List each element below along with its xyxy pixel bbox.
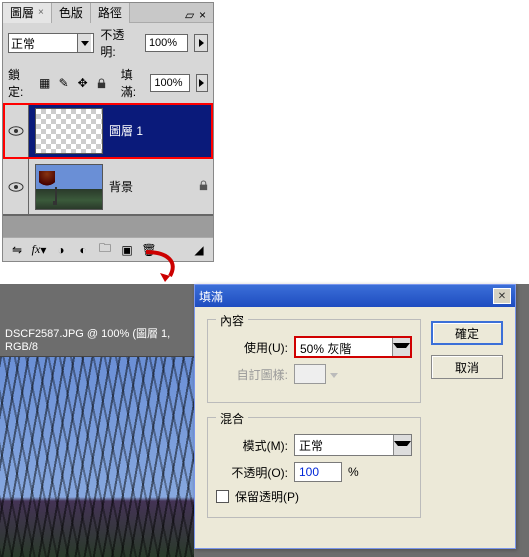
- lock-transparency-icon[interactable]: ▦: [38, 76, 52, 90]
- dialog-titlebar[interactable]: 填滿 ✕: [195, 285, 515, 307]
- layer-fx-icon[interactable]: fx▾: [30, 241, 48, 259]
- tab-label: 路徑: [98, 4, 122, 21]
- tab-layers[interactable]: 圖層 ×: [3, 3, 52, 23]
- pattern-label: 自訂圖樣:: [216, 366, 294, 383]
- red-arrow-annotation: [140, 248, 184, 284]
- opacity-label: 不透明:: [100, 26, 139, 60]
- dlg-opacity-input[interactable]: 100: [294, 462, 342, 482]
- use-value: 50% 灰階: [296, 338, 392, 356]
- blend-group: 混合 模式(M): 正常 不透明(O): 100 % 保留透明(P): [207, 417, 421, 518]
- layer-name[interactable]: 背景: [109, 178, 193, 195]
- use-label: 使用(U):: [216, 339, 294, 356]
- lock-icon-group: ▦ ✎ ✥: [38, 76, 109, 90]
- ok-button[interactable]: 確定: [431, 321, 503, 345]
- panel-tabs: 圖層 × 色版 路徑 ▱ ×: [3, 3, 213, 23]
- tab-channels[interactable]: 色版: [52, 3, 91, 23]
- lock-label: 鎖定:: [8, 66, 32, 100]
- chevron-down-icon: [326, 367, 342, 381]
- layers-panel: 圖層 × 色版 路徑 ▱ × 正常 不透明: 100% 鎖定: ▦ ✎ ✥: [2, 2, 214, 262]
- opacity-flyout-icon[interactable]: [194, 34, 208, 52]
- checkbox-icon: [216, 490, 229, 503]
- lock-pixels-icon[interactable]: ✎: [57, 76, 71, 90]
- layer-thumbnail[interactable]: [35, 108, 103, 154]
- fill-label: 填滿:: [121, 66, 145, 100]
- chevron-down-icon: [393, 435, 411, 455]
- content-group: 內容 使用(U): 50% 灰階 自訂圖樣:: [207, 319, 421, 403]
- layer-thumbnail[interactable]: [35, 164, 103, 210]
- opacity-input[interactable]: 100%: [145, 34, 188, 52]
- group-legend: 混合: [216, 410, 248, 427]
- tab-label: 圖層: [10, 4, 34, 21]
- mode-select[interactable]: 正常: [294, 434, 412, 456]
- document-image: [0, 357, 194, 557]
- close-tab-icon[interactable]: ×: [38, 7, 44, 18]
- preserve-transparency-checkbox[interactable]: 保留透明(P): [216, 488, 412, 505]
- percent-unit: %: [348, 465, 359, 479]
- resize-grip-icon[interactable]: ◢: [190, 241, 208, 259]
- new-layer-icon[interactable]: ▣: [118, 241, 136, 259]
- use-select[interactable]: 50% 灰階: [294, 336, 412, 358]
- link-layers-icon[interactable]: ⇋: [8, 241, 26, 259]
- mode-label: 模式(M):: [216, 437, 294, 454]
- chevron-down-icon: [77, 34, 91, 52]
- minimize-panel-icon[interactable]: ▱: [185, 8, 195, 18]
- pattern-swatch: [294, 364, 326, 384]
- fill-flyout-icon[interactable]: [196, 74, 208, 92]
- group-legend: 內容: [216, 312, 248, 329]
- add-mask-icon[interactable]: ◑: [52, 241, 70, 259]
- lock-all-icon[interactable]: [95, 76, 109, 90]
- blend-mode-value: 正常: [11, 35, 35, 52]
- dialog-title-text: 填滿: [199, 288, 223, 305]
- dlg-opacity-label: 不透明(O):: [216, 464, 294, 481]
- lock-position-icon[interactable]: ✥: [76, 76, 90, 90]
- layer-list: 圖層 1 背景: [3, 103, 213, 237]
- layer-list-empty: [3, 215, 213, 237]
- mode-value: 正常: [295, 435, 393, 455]
- layer-name[interactable]: 圖層 1: [109, 122, 213, 139]
- new-group-icon[interactable]: 🗀: [96, 241, 114, 259]
- chevron-down-icon: [392, 338, 410, 356]
- cancel-button[interactable]: 取消: [431, 355, 503, 379]
- lock-icon: [193, 180, 213, 194]
- document-title: DSCF2587.JPG @ 100% (圖層 1, RGB/8: [0, 322, 194, 357]
- tree-branches-overlay: [0, 357, 194, 557]
- close-panel-icon[interactable]: ×: [199, 8, 209, 18]
- fill-dialog: 填滿 ✕ 內容 使用(U): 50% 灰階 自訂圖樣:: [194, 284, 516, 549]
- layer-row-background[interactable]: 背景: [3, 159, 213, 215]
- layer-row-layer1[interactable]: 圖層 1: [3, 103, 213, 159]
- blend-mode-select[interactable]: 正常: [8, 33, 94, 53]
- tab-label: 色版: [59, 4, 83, 21]
- close-dialog-button[interactable]: ✕: [493, 288, 511, 304]
- fill-input[interactable]: 100%: [150, 74, 189, 92]
- visibility-toggle[interactable]: [3, 159, 29, 214]
- blend-opacity-row: 正常 不透明: 100%: [3, 23, 213, 63]
- tab-paths[interactable]: 路徑: [91, 3, 130, 23]
- preserve-label: 保留透明(P): [235, 488, 299, 505]
- lock-fill-row: 鎖定: ▦ ✎ ✥ 填滿: 100%: [3, 63, 213, 103]
- adjustment-layer-icon[interactable]: ◐: [74, 241, 92, 259]
- visibility-toggle[interactable]: [3, 103, 29, 158]
